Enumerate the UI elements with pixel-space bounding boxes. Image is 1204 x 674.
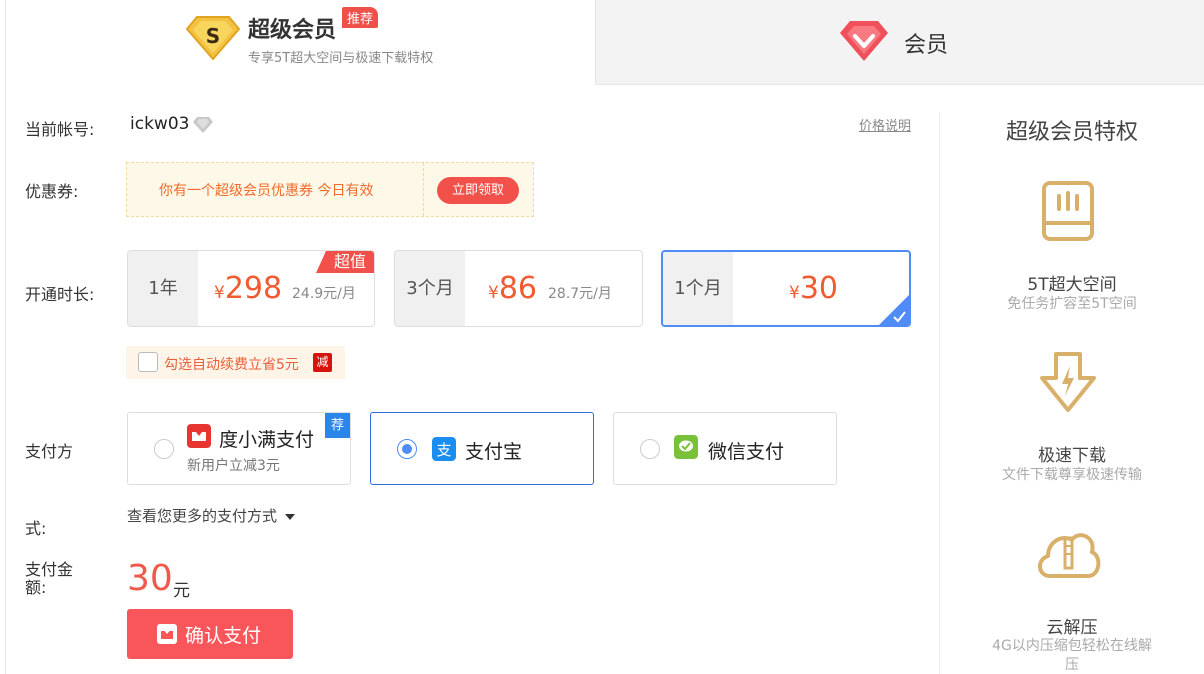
- plan-price: ¥298: [214, 271, 283, 306]
- duxiaoman-icon: [157, 624, 177, 644]
- account-name: ickw03: [130, 114, 190, 134]
- selected-check-icon: [879, 295, 909, 325]
- coupon-divider: [423, 163, 424, 216]
- plan-per-month: 28.7元/月: [548, 286, 612, 302]
- vip-heart-diamond-icon: [840, 21, 888, 61]
- plan-duration: 1年: [128, 251, 198, 326]
- pay-method-wechat[interactable]: 微信支付: [613, 412, 837, 485]
- payment-label-line1: 支付方: [25, 442, 74, 461]
- pay-method-name: 微信支付: [708, 441, 785, 463]
- feature-name: 5T超大空间: [1027, 275, 1117, 295]
- svg-text:支: 支: [436, 441, 451, 459]
- feature-name: 极速下载: [1038, 446, 1106, 466]
- price-explanation-link[interactable]: 价格说明: [859, 115, 911, 134]
- pay-radio-selected[interactable]: [397, 439, 417, 459]
- wechat-pay-icon: [674, 435, 698, 459]
- recommend-tag: 荐: [325, 413, 350, 438]
- svg-text:S: S: [206, 24, 220, 48]
- feature-desc: 文件下载尊享极速传输: [1002, 467, 1142, 483]
- plan-price: ¥30: [789, 271, 839, 306]
- best-value-tag: 超值: [315, 251, 374, 273]
- confirm-pay-label: 确认支付: [185, 625, 262, 647]
- coupon-card: 你有一个超级会员优惠券 今日有效 立即领取: [126, 162, 534, 217]
- chevron-down-icon: [285, 513, 296, 520]
- pay-method-promo: 新用户立减3元: [187, 458, 280, 474]
- auto-renew-option: 勾选自动续费立省5元 减: [126, 346, 345, 379]
- svip-subtitle: 专享5T超大空间与极速下载特权: [248, 51, 434, 66]
- cloud-unzip-icon: [1038, 533, 1101, 578]
- pay-method-name: 支付宝: [465, 441, 523, 463]
- vip-title[interactable]: 会员: [904, 27, 948, 59]
- amount-label-line2: 额:: [25, 578, 47, 597]
- amount-unit: 元: [173, 581, 190, 601]
- sidebar-divider: [939, 112, 940, 674]
- feature-name: 云解压: [1046, 618, 1098, 638]
- pay-radio[interactable]: [640, 439, 660, 459]
- alipay-icon: 支: [432, 437, 456, 461]
- plan-duration: 1个月: [663, 252, 733, 325]
- discount-badge: 减: [313, 353, 332, 372]
- pay-method-duxiaoman[interactable]: 度小满支付 新用户立减3元 荐: [127, 412, 351, 485]
- diamond-level-icon: [193, 117, 213, 133]
- plan-duration: 3个月: [395, 251, 465, 326]
- recommend-badge: 推荐: [342, 7, 379, 28]
- plan-3-months[interactable]: 3个月 ¥86 28.7元/月: [394, 250, 643, 327]
- duxiaoman-icon: [187, 424, 211, 448]
- svip-diamond-icon: S: [185, 16, 241, 61]
- pay-radio[interactable]: [154, 439, 174, 459]
- account-label: 当前帐号:: [25, 120, 95, 139]
- pay-method-alipay[interactable]: 支 支付宝: [370, 412, 594, 485]
- coupon-text: 你有一个超级会员优惠券 今日有效: [159, 183, 374, 199]
- amount-value: 30: [127, 558, 173, 599]
- coupon-label: 优惠券:: [25, 182, 79, 201]
- left-border: [5, 0, 6, 674]
- feature-desc: 免任务扩容至5T空间: [1007, 296, 1137, 312]
- amount-label-line1: 支付金: [25, 560, 74, 579]
- confirm-pay-button[interactable]: 确认支付: [127, 609, 293, 659]
- svip-title[interactable]: 超级会员: [248, 12, 336, 44]
- plan-1-month[interactable]: 1个月 ¥30: [661, 250, 911, 327]
- more-payment-methods-link[interactable]: 查看您更多的支付方式: [127, 505, 296, 526]
- plan-1-year[interactable]: 1年 ¥298 24.9元/月 超值: [127, 250, 375, 327]
- feature-desc: 4G以内压缩包轻松在线解压: [992, 638, 1152, 673]
- fast-download-icon: [1040, 352, 1096, 412]
- pay-method-name: 度小满支付: [219, 429, 315, 451]
- storage-icon: [1042, 181, 1094, 241]
- payment-label-line2: 式:: [25, 519, 47, 538]
- sidebar-title: 超级会员特权: [1005, 120, 1138, 145]
- tab-vip[interactable]: [595, 0, 1204, 85]
- duration-label: 开通时长:: [25, 285, 95, 304]
- plan-per-month: 24.9元/月: [292, 286, 356, 302]
- plan-price: ¥86: [488, 271, 538, 306]
- claim-coupon-button[interactable]: 立即领取: [437, 177, 519, 204]
- auto-renew-checkbox[interactable]: [138, 352, 158, 372]
- auto-renew-text[interactable]: 勾选自动续费立省5元: [164, 354, 299, 374]
